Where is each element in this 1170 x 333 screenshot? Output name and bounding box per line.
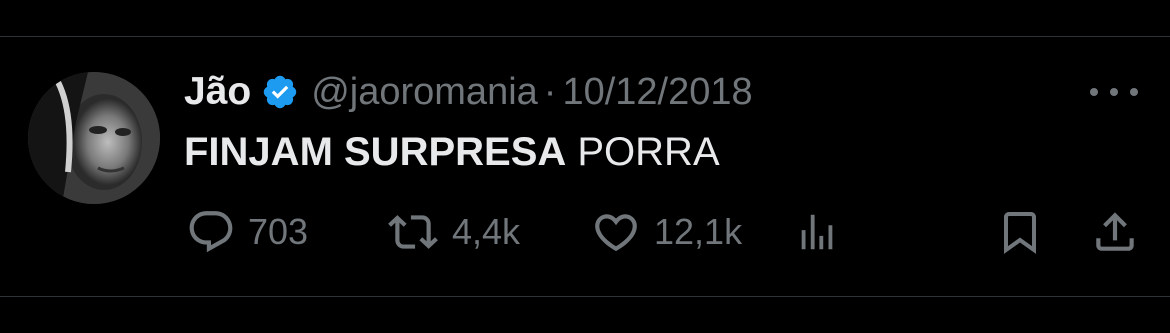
author-handle[interactable]: @jaoromania: [311, 71, 538, 114]
views-chart-icon: [801, 214, 833, 250]
bookmark-button[interactable]: [996, 206, 1044, 258]
tweet-text: FINJAM SURPRESA PORRA: [184, 130, 720, 175]
like-count: 12,1k: [654, 211, 743, 252]
views-button[interactable]: [794, 206, 840, 258]
retweet-count: 4,4k: [452, 211, 521, 252]
tweet-header: Jão @jaoromania · 10/12/2018: [184, 66, 753, 118]
like-button[interactable]: 12,1k: [590, 206, 742, 258]
share-icon: [1096, 212, 1134, 251]
retweet-icon: [388, 215, 438, 249]
more-icon-dot: [1110, 88, 1118, 96]
divider-top: [0, 36, 1170, 37]
retweet-button[interactable]: 4,4k: [386, 206, 520, 258]
more-button[interactable]: [1090, 80, 1138, 104]
tweet-text-rest: PORRA: [566, 130, 720, 174]
reply-button[interactable]: 703: [186, 206, 308, 258]
more-icon-dot: [1130, 88, 1138, 96]
verified-badge-icon: [263, 75, 297, 109]
reply-count: 703: [248, 211, 309, 252]
avatar-photo: [28, 72, 160, 204]
reply-icon: [189, 211, 233, 253]
more-icon: [1090, 88, 1098, 96]
divider-bottom: [0, 296, 1170, 297]
share-button[interactable]: [1090, 206, 1140, 258]
tweet-text-bold: FINJAM SURPRESA: [184, 130, 567, 174]
author-name[interactable]: Jão: [184, 70, 251, 114]
avatar[interactable]: [28, 72, 160, 204]
heart-icon: [595, 214, 637, 252]
separator-dot: ·: [543, 70, 557, 113]
tweet-date[interactable]: 10/12/2018: [562, 71, 752, 114]
bookmark-icon: [1004, 212, 1036, 254]
